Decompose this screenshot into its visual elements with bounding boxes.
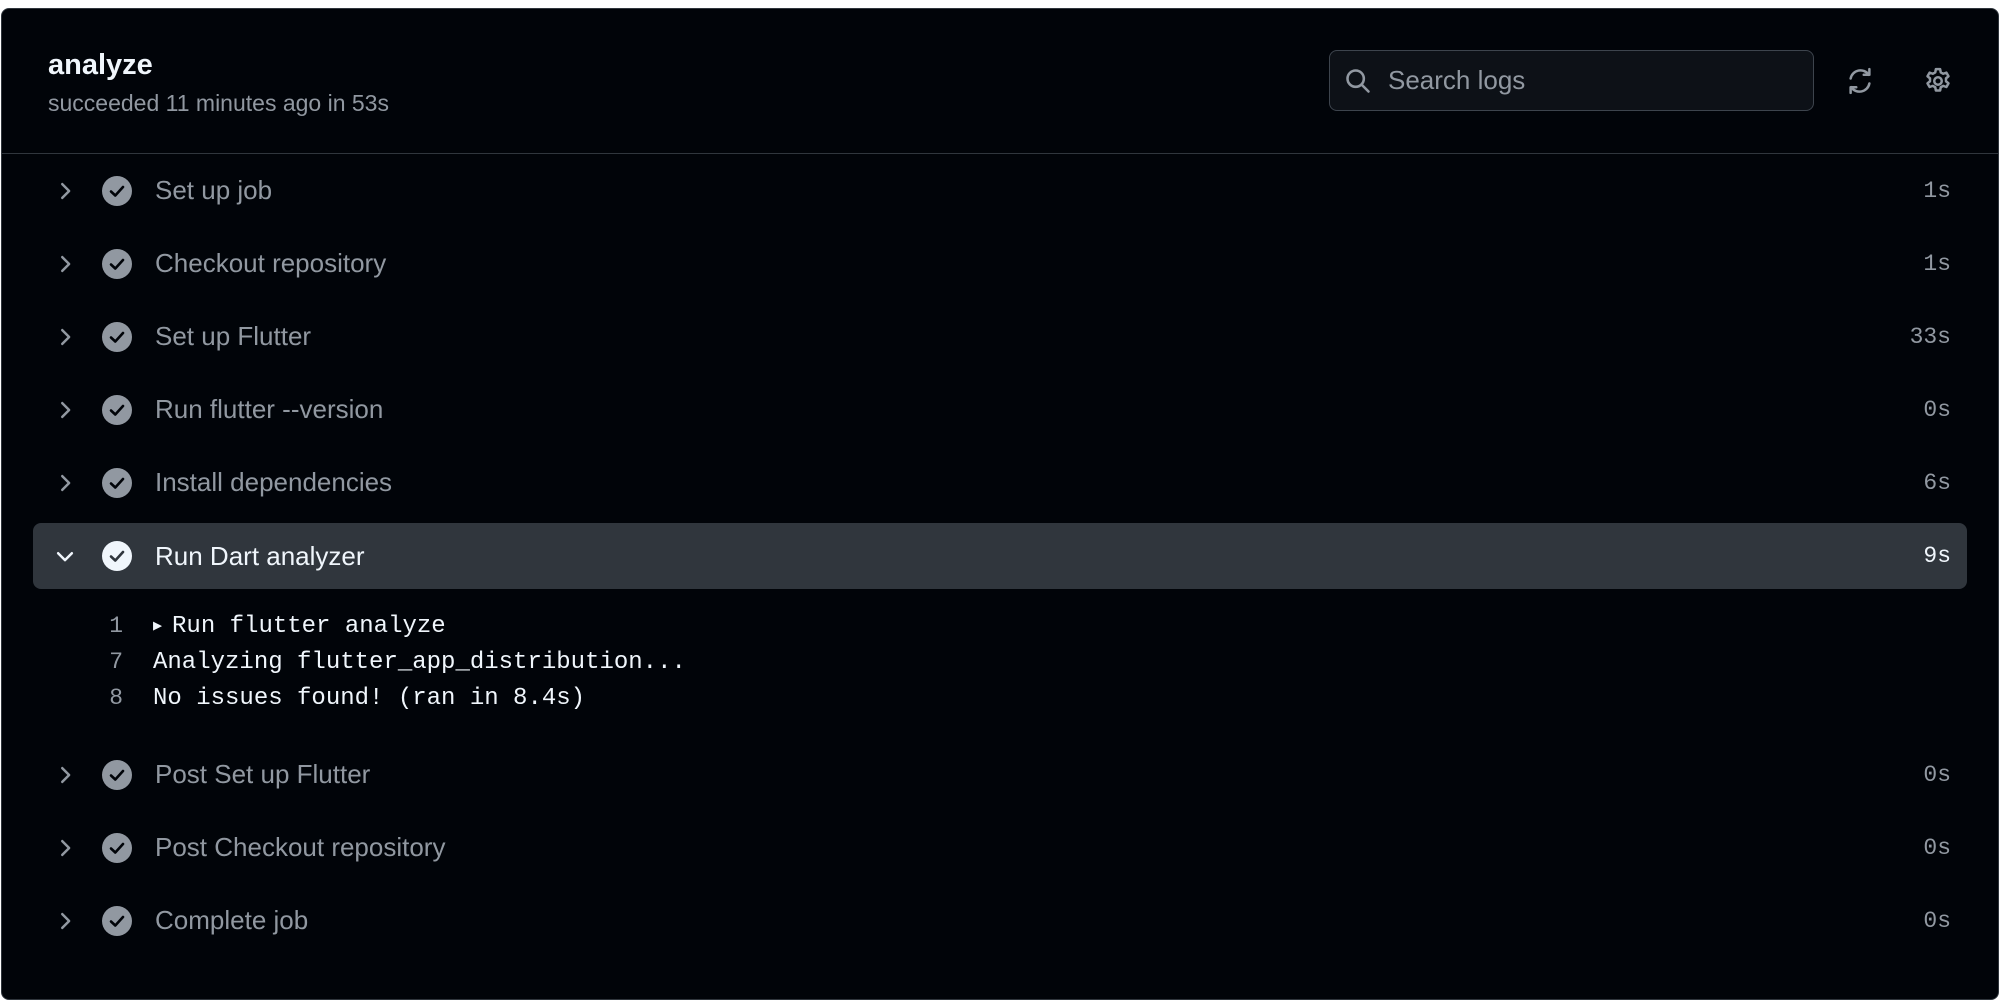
log-line-number[interactable]: 1 [73,613,123,639]
chevron-down-icon[interactable] [51,542,79,570]
step-run-dart-analyzer[interactable]: Run Dart analyzer 9s [33,523,1967,589]
step-log-output: 1 ▶ Run flutter analyze 7 Analyzing flutt… [33,592,1967,738]
chevron-right-icon[interactable] [51,469,79,497]
step-label: Set up job [155,175,273,205]
refresh-button[interactable] [1840,61,1880,101]
job-log-panel: analyze succeeded 11 minutes ago in 53s [1,8,1999,1000]
log-line: 8 No issues found! (ran in 8.4s) [33,680,1967,716]
step-install-dependencies[interactable]: Install dependencies 6s [33,446,1967,519]
triangle-right-icon: ▶ [153,617,163,635]
job-title: analyze [48,49,153,81]
step-duration: 1s [1923,177,1951,204]
log-line: 7 Analyzing flutter_app_distribution... [33,644,1967,680]
step-set-up-flutter[interactable]: Set up Flutter 33s [33,300,1967,373]
chevron-right-icon[interactable] [51,396,79,424]
step-label: Post Set up Flutter [155,759,371,789]
step-label: Set up Flutter [155,321,312,351]
log-line-text: Run flutter analyze [172,612,446,640]
step-set-up-job[interactable]: Set up job 1s [33,154,1967,227]
step-post-checkout-repository[interactable]: Post Checkout repository 0s [33,811,1967,884]
check-circle-icon [102,321,132,352]
chevron-right-icon[interactable] [51,834,79,862]
chevron-right-icon[interactable] [51,177,79,205]
log-line-number[interactable]: 8 [73,685,123,711]
settings-button[interactable] [1918,61,1958,101]
chevron-right-icon[interactable] [51,250,79,278]
step-label: Install dependencies [155,467,393,497]
log-group-toggle[interactable]: ▶ Run flutter analyze [153,613,446,640]
step-duration: 1s [1923,250,1951,277]
step-duration: 6s [1923,469,1951,496]
step-complete-job[interactable]: Complete job 0s [33,884,1967,957]
chevron-right-icon[interactable] [51,761,79,789]
step-label: Run flutter --version [155,394,384,424]
chevron-right-icon[interactable] [51,323,79,351]
step-checkout-repository[interactable]: Checkout repository 1s [33,227,1967,300]
check-circle-icon [102,905,132,936]
gear-icon [1926,67,1950,92]
check-circle-icon [102,248,132,279]
step-duration: 33s [1909,323,1951,350]
search-icon [1346,68,1370,93]
log-line[interactable]: 1 ▶ Run flutter analyze [33,608,1967,644]
step-run-flutter-version[interactable]: Run flutter --version 0s [33,373,1967,446]
step-post-set-up-flutter[interactable]: Post Set up Flutter 0s [33,738,1967,811]
check-circle-icon [102,467,132,498]
log-line-text: Analyzing flutter_app_distribution... [153,648,686,676]
step-label: Post Checkout repository [155,832,446,862]
check-circle-icon [102,832,132,863]
job-status-summary: succeeded 11 minutes ago in 53s [48,90,389,116]
search-logs-field[interactable] [1329,50,1814,111]
step-duration: 9s [1923,543,1951,569]
step-duration: 0s [1923,834,1951,861]
log-line-number[interactable]: 7 [73,649,123,675]
sync-icon [1849,67,1871,95]
check-circle-icon [102,759,132,790]
check-circle-icon [102,394,132,425]
search-logs-input[interactable] [1388,65,1788,96]
step-label: Complete job [155,905,309,935]
job-header: analyze succeeded 11 minutes ago in 53s [2,9,1998,154]
step-duration: 0s [1923,396,1951,423]
check-circle-icon [102,541,132,571]
chevron-right-icon[interactable] [51,907,79,935]
log-line-text: No issues found! (ran in 8.4s) [153,684,586,712]
step-duration: 0s [1923,761,1951,788]
step-label: Run Dart analyzer [155,540,365,571]
steps-list: Set up job 1s Checkout repository 1s Set… [2,154,1998,957]
step-duration: 0s [1923,907,1951,934]
step-label: Checkout repository [155,248,387,278]
check-circle-icon [102,175,132,206]
